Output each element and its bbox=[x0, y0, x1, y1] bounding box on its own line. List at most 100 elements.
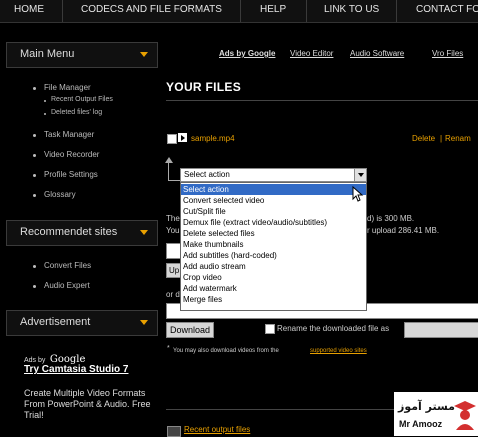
dropdown-option[interactable]: Make thumbnails bbox=[181, 239, 366, 250]
watermark-name-en: Mr Amooz bbox=[399, 419, 443, 429]
mouse-cursor-icon bbox=[352, 186, 364, 202]
bullet-icon bbox=[33, 194, 36, 197]
or-download-text: or d bbox=[166, 290, 180, 299]
page-title: YOUR FILES bbox=[166, 80, 242, 94]
option-label: Delete selected files bbox=[183, 229, 255, 238]
download-button[interactable]: Download bbox=[166, 322, 214, 338]
ad-text: Create Multiple Video Formats From Power… bbox=[24, 388, 151, 420]
option-label: Add watermark bbox=[183, 284, 237, 293]
action-select[interactable]: Select action bbox=[180, 168, 367, 182]
sidebar-item-file-manager[interactable]: File Manager bbox=[44, 83, 91, 92]
nav-contact[interactable]: CONTACT FO bbox=[416, 4, 478, 15]
sidebar-item-audio-expert[interactable]: Audio Expert bbox=[44, 281, 90, 290]
sidebar-item-profile-settings[interactable]: Profile Settings bbox=[44, 170, 98, 179]
option-label: Add subtitles (hard-coded) bbox=[183, 251, 277, 260]
audio-software-link[interactable]: Audio Software bbox=[350, 49, 404, 58]
bullet-icon bbox=[33, 265, 36, 268]
dropdown-option[interactable]: Cut/Split file bbox=[181, 206, 366, 217]
option-label: Make thumbnails bbox=[183, 240, 244, 249]
dropdown-option[interactable]: Crop video bbox=[181, 272, 366, 283]
ads-by-text: Ads by bbox=[24, 357, 46, 364]
option-label: Convert selected video bbox=[183, 196, 265, 205]
bullet-icon bbox=[33, 285, 36, 288]
arrow-connector bbox=[168, 180, 180, 181]
main-menu-title: Main Menu bbox=[20, 48, 75, 60]
quota-text-remaining: r upload 286.41 MB. bbox=[367, 226, 440, 235]
chevron-down-icon bbox=[140, 230, 148, 235]
file-checkbox[interactable] bbox=[167, 134, 177, 144]
option-label: Crop video bbox=[183, 273, 222, 282]
quota-text-partial: The bbox=[166, 214, 180, 223]
quota-text-max: d) is 300 MB. bbox=[367, 214, 415, 223]
sidebar-item-task-manager[interactable]: Task Manager bbox=[44, 130, 94, 139]
nav-separator bbox=[396, 0, 397, 22]
rename-checkbox[interactable] bbox=[265, 324, 275, 334]
file-name[interactable]: sample.mp4 bbox=[191, 134, 235, 143]
option-label: Merge files bbox=[183, 295, 223, 304]
dropdown-option[interactable]: Merge files bbox=[181, 294, 366, 305]
watermark-logo: مستر آموز Mr Amooz bbox=[394, 392, 478, 436]
nav-separator bbox=[306, 0, 307, 22]
folder-icon bbox=[167, 426, 181, 437]
bullet-icon bbox=[33, 87, 36, 90]
watermark-name-fa: مستر آموز bbox=[398, 400, 455, 413]
nav-separator bbox=[62, 0, 63, 22]
note-text: You may also download videos from the bbox=[173, 348, 279, 354]
bullet-icon bbox=[44, 100, 46, 102]
action-dropdown-list: Select action Convert selected video Cut… bbox=[180, 182, 367, 311]
rename-link[interactable]: Renam bbox=[445, 134, 471, 143]
supported-sites-link[interactable]: supported video sites bbox=[310, 348, 367, 354]
chevron-down-icon bbox=[140, 52, 148, 57]
recent-output-link[interactable]: Recent output files bbox=[184, 425, 250, 434]
action-select-value: Select action bbox=[184, 170, 230, 179]
advertisement-title: Advertisement bbox=[20, 316, 91, 328]
sidebar-subitem-recent-output[interactable]: Recent Output Files bbox=[51, 96, 113, 103]
sidebar-item-convert-files[interactable]: Convert Files bbox=[44, 261, 91, 270]
play-icon[interactable] bbox=[178, 133, 187, 142]
action-separator: | bbox=[440, 134, 443, 143]
option-label: Add audio stream bbox=[183, 262, 246, 271]
delete-link[interactable]: Delete bbox=[412, 134, 435, 143]
nav-link-to-us[interactable]: LINK TO US bbox=[324, 4, 379, 15]
video-editor-link[interactable]: Video Editor bbox=[290, 49, 333, 58]
ads-by-google-link[interactable]: Ads by Google bbox=[219, 49, 275, 58]
option-label: Cut/Split file bbox=[183, 207, 226, 216]
dropdown-option[interactable]: Add watermark bbox=[181, 283, 366, 294]
graduate-icon bbox=[454, 401, 476, 430]
bullet-icon bbox=[33, 174, 36, 177]
main-menu-header[interactable]: Main Menu bbox=[6, 42, 158, 68]
top-navigation: HOME CODECS AND FILE FORMATS HELP LINK T… bbox=[0, 0, 478, 23]
sidebar-item-video-recorder[interactable]: Video Recorder bbox=[44, 150, 99, 159]
dropdown-option[interactable]: Delete selected files bbox=[181, 228, 366, 239]
option-label: Select action bbox=[183, 185, 229, 194]
dropdown-option[interactable]: Convert selected video bbox=[181, 195, 366, 206]
rename-field[interactable] bbox=[404, 322, 478, 338]
dropdown-option[interactable]: Add audio stream bbox=[181, 261, 366, 272]
divider bbox=[166, 100, 478, 101]
chevron-down-icon[interactable] bbox=[354, 169, 366, 181]
bullet-icon bbox=[33, 134, 36, 137]
bullet-icon bbox=[44, 113, 46, 115]
advertisement-header[interactable]: Advertisement bbox=[6, 310, 158, 336]
nav-codecs[interactable]: CODECS AND FILE FORMATS bbox=[81, 4, 222, 15]
nav-separator bbox=[240, 0, 241, 22]
note-star: * bbox=[167, 345, 170, 352]
quota-text-partial-2: You bbox=[166, 226, 180, 235]
dropdown-option[interactable]: Select action bbox=[181, 184, 366, 195]
dropdown-option[interactable]: Demux file (extract video/audio/subtitle… bbox=[181, 217, 366, 228]
sidebar-item-glossary[interactable]: Glossary bbox=[44, 190, 76, 199]
nav-help[interactable]: HELP bbox=[260, 4, 286, 15]
bullet-icon bbox=[33, 154, 36, 157]
ad-link[interactable]: Try Camtasia Studio 7 bbox=[24, 364, 159, 375]
arrow-up-icon bbox=[165, 157, 173, 163]
play-triangle bbox=[181, 135, 185, 141]
recommended-sites-title: Recommendet sites bbox=[20, 226, 118, 238]
sidebar-subitem-deleted-log[interactable]: Deleted files' log bbox=[51, 109, 102, 116]
chevron-down-icon bbox=[140, 320, 148, 325]
nav-home[interactable]: HOME bbox=[14, 4, 44, 15]
recommended-sites-header[interactable]: Recommendet sites bbox=[6, 220, 158, 246]
dropdown-option[interactable]: Add subtitles (hard-coded) bbox=[181, 250, 366, 261]
rename-label: Rename the downloaded file as bbox=[277, 324, 390, 333]
option-label: Demux file (extract video/audio/subtitle… bbox=[183, 218, 328, 227]
vro-files-link[interactable]: Vro Files bbox=[432, 49, 463, 58]
